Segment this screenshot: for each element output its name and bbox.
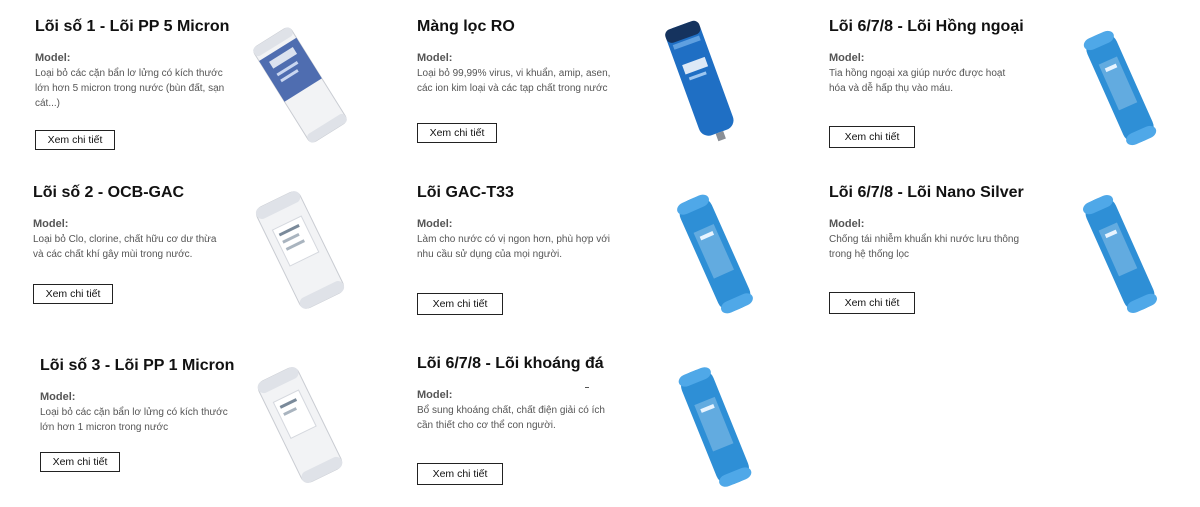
view-details-button[interactable]: Xem chi tiết [829,126,915,148]
white-carbon-filter-cartridge-image [255,191,345,309]
view-details-button[interactable]: Xem chi tiết [417,463,503,485]
model-label: Model: [417,52,453,64]
product-title: Lõi GAC-T33 [417,184,514,201]
product-title: Lõi số 2 - OCB-GAC [33,184,185,201]
view-details-button[interactable]: Xem chi tiết [829,292,915,314]
view-details-button[interactable]: Xem chi tiết [35,130,115,150]
blue-inline-filter-cartridge-image [1083,30,1157,146]
product-description: Loại bỏ các cặn bẩn lơ lửng có kích thướ… [35,68,225,109]
model-label: Model: [417,218,453,230]
white-pp-filter-cartridge-image [253,27,347,143]
model-label: Model: [33,218,69,230]
blue-inline-filter-cartridge-image [677,194,753,314]
product-title: Màng lọc RO [417,18,515,35]
model-label: Model: [40,391,76,403]
product-description: Tia hồng ngoại xa giúp nước được hoạt hó… [829,68,1006,94]
product-description: Làm cho nước có vị ngon hơn, phù hợp với… [417,234,611,260]
blue-inline-filter-cartridge-image [678,367,752,487]
product-title: Lõi số 1 - Lõi PP 5 Micron [35,18,230,35]
product-description: Loại bỏ 99,99% virus, vi khuẩn, amip, as… [417,68,611,94]
model-label: Model: [417,389,453,401]
white-pp-filter-cartridge-image [257,367,343,483]
divider [585,387,589,388]
product-title: Lõi số 3 - Lõi PP 1 Micron [40,357,235,374]
product-title: Lõi 6/7/8 - Lõi khoáng đá [417,355,604,372]
product-description: Loại bỏ Clo, clorine, chất hữu cơ dư thừ… [33,234,217,260]
model-label: Model: [35,52,71,64]
model-label: Model: [829,52,865,64]
ro-membrane-image [665,20,734,142]
view-details-button[interactable]: Xem chi tiết [417,293,503,315]
blue-inline-filter-cartridge-image [1083,195,1157,313]
view-details-button[interactable]: Xem chi tiết [417,123,497,143]
product-title: Lõi 6/7/8 - Lõi Nano Silver [829,184,1024,201]
product-description: Bổ sung khoáng chất, chất điện giải có í… [417,405,605,431]
view-details-button[interactable]: Xem chi tiết [40,452,120,472]
product-description: Chống tái nhiễm khuẩn khi nước lưu thông… [829,234,1020,260]
product-description: Loại bỏ các cặn bẩn lơ lửng có kích thướ… [40,407,228,433]
model-label: Model: [829,218,865,230]
product-title: Lõi 6/7/8 - Lõi Hồng ngoại [829,18,1024,35]
view-details-button[interactable]: Xem chi tiết [33,284,113,304]
